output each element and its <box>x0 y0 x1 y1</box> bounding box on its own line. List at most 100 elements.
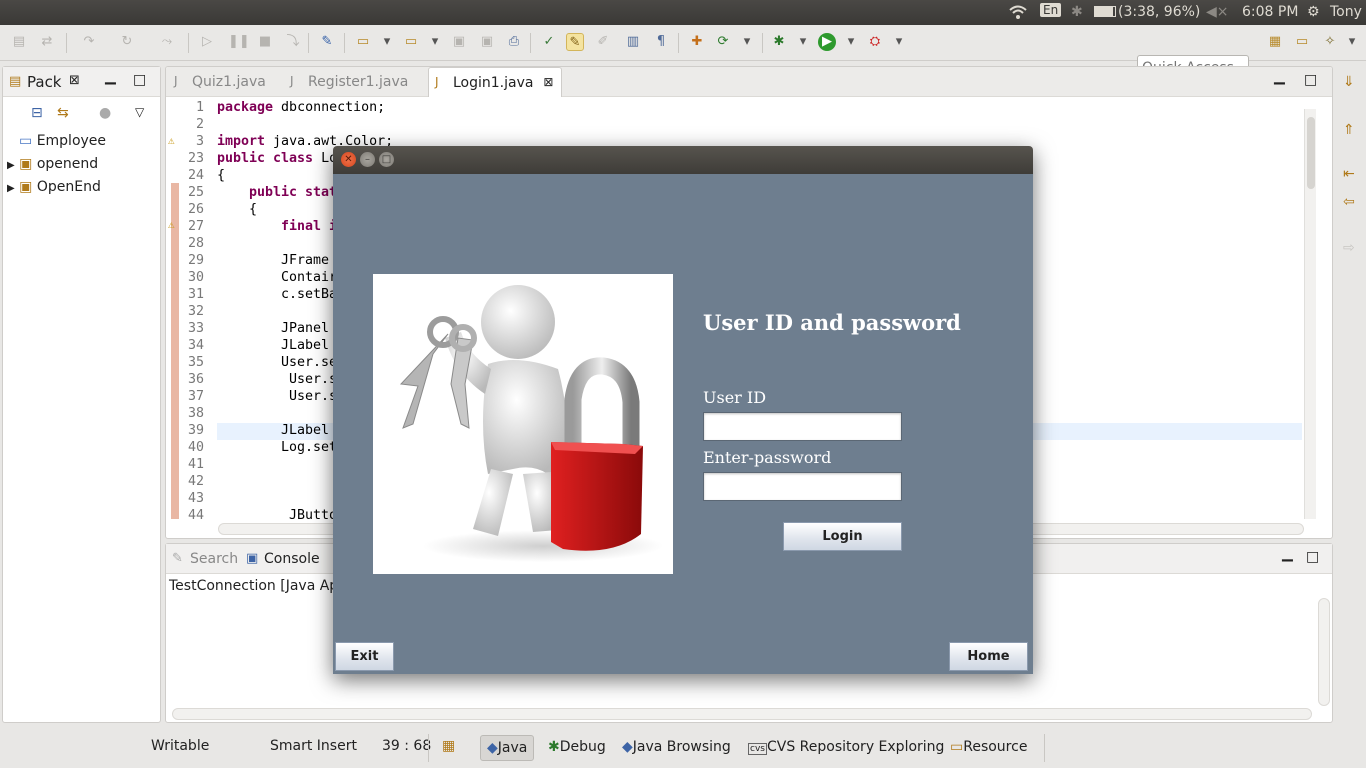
maximize-window-icon[interactable]: □ <box>379 152 394 167</box>
minimize-window-icon[interactable]: – <box>360 152 375 167</box>
step-into-icon[interactable]: ⤵ <box>284 33 302 51</box>
close-icon[interactable]: ⊠ <box>543 75 553 89</box>
collapse-all-icon[interactable]: ⊟ <box>31 105 43 121</box>
code-line[interactable]: JLabel <box>217 423 329 438</box>
bluetooth-icon[interactable]: ✱ <box>1071 4 1083 20</box>
tab-login1[interactable]: J Login1.java ⊠ <box>428 67 563 97</box>
code-line[interactable]: User.s <box>217 372 337 387</box>
maximize-icon[interactable]: □ <box>1306 549 1319 565</box>
external-tools-icon[interactable]: ⛭ <box>866 33 884 51</box>
home-button[interactable]: Home <box>949 642 1028 671</box>
tab-console[interactable]: Console <box>264 551 320 567</box>
view-menu-icon[interactable]: ▽ <box>135 105 144 119</box>
dropdown-arrow-icon[interactable]: ▾ <box>794 33 812 51</box>
print-icon[interactable]: ⎙ <box>505 33 523 51</box>
warning-icon[interactable]: ⚠ <box>168 218 175 231</box>
expand-arrow-icon[interactable]: ▶ <box>7 183 15 194</box>
warning-icon[interactable]: ⚠ <box>168 134 175 147</box>
volume-muted-icon[interactable]: ◀× <box>1206 4 1229 20</box>
save-icon[interactable]: ▣ <box>450 33 468 51</box>
perspective-cvs[interactable]: cvs CVS Repository Exploring <box>742 735 950 761</box>
block-selection-icon[interactable]: ✐ <box>594 33 612 51</box>
dropdown-arrow-icon[interactable]: ▾ <box>378 33 396 51</box>
back-icon[interactable]: ⇦ <box>1343 194 1355 210</box>
code-line[interactable]: User.se <box>217 355 337 370</box>
perspective-java[interactable]: ◆Java <box>480 735 535 761</box>
code-line[interactable]: package dbconnection; <box>217 100 385 115</box>
battery-indicator[interactable]: (3:38, 96%) <box>1094 4 1200 20</box>
refactor-icon[interactable]: ⇄ <box>38 33 56 51</box>
code-line[interactable]: final i <box>217 219 337 234</box>
dropdown-arrow-icon[interactable]: ▾ <box>842 33 860 51</box>
perspective-debug[interactable]: ✱Debug <box>542 735 612 761</box>
tree-item-openend-2[interactable]: ▶ ▣ OpenEnd <box>7 179 101 195</box>
suspend-icon[interactable]: ❚❚ <box>228 33 250 51</box>
login-button[interactable]: Login <box>783 522 902 551</box>
minimize-icon[interactable]: ▁ <box>105 69 116 85</box>
terminate-icon[interactable]: ■ <box>256 33 274 51</box>
pin-icon[interactable]: ✎ <box>318 33 336 51</box>
link-editor-icon[interactable]: ⇆ <box>57 105 69 121</box>
maximize-icon[interactable]: □ <box>1304 72 1317 88</box>
clock[interactable]: 6:08 PM <box>1242 4 1298 20</box>
save-all-icon[interactable]: ▣ <box>478 33 496 51</box>
user-id-input[interactable] <box>703 412 902 441</box>
bug-icon[interactable]: ✱ <box>770 33 788 51</box>
wand-icon[interactable]: ✧ <box>1321 33 1339 51</box>
forward-icon[interactable]: ⇨ <box>1343 240 1355 256</box>
code-line[interactable]: JFrame <box>217 253 329 268</box>
console-horizontal-scrollbar[interactable] <box>172 708 1312 720</box>
code-line[interactable]: User.s <box>217 389 337 404</box>
debug-config-icon[interactable]: ✓ <box>540 33 558 51</box>
outline-icon[interactable]: ⇓ <box>1343 74 1355 90</box>
tab-quiz1[interactable]: J Quiz1.java <box>168 67 276 97</box>
open-perspective-icon[interactable]: ▦ <box>442 738 455 754</box>
exit-button[interactable]: Exit <box>335 642 394 671</box>
dropdown-arrow-icon[interactable]: ▾ <box>426 33 444 51</box>
password-input[interactable] <box>703 472 902 501</box>
tab-register1[interactable]: J Register1.java <box>284 67 418 97</box>
minimize-icon[interactable]: ▁ <box>1282 546 1293 562</box>
wifi-icon[interactable] <box>1008 4 1028 24</box>
perspective-resource[interactable]: ▭Resource <box>944 735 1033 761</box>
code-line[interactable]: JPanel <box>217 321 329 336</box>
code-line[interactable]: Log.set <box>217 440 337 455</box>
new-icon[interactable]: ▤ <box>10 33 28 51</box>
dropdown-arrow-icon[interactable]: ▾ <box>738 33 756 51</box>
last-edit-icon[interactable]: ⇤ <box>1343 166 1355 182</box>
minimize-icon[interactable]: ▁ <box>1274 69 1285 85</box>
console-vertical-scrollbar[interactable] <box>1318 598 1330 706</box>
code-line[interactable]: public stat <box>217 185 337 200</box>
gear-icon[interactable]: ⚙ <box>1307 4 1320 20</box>
dropdown-arrow-icon[interactable]: ▾ <box>1343 33 1361 51</box>
code-line[interactable]: { <box>217 202 257 217</box>
filter-icon[interactable]: ● <box>99 105 111 121</box>
open-type-icon[interactable]: ▭ <box>402 33 420 51</box>
dropdown-arrow-icon[interactable]: ▾ <box>890 33 908 51</box>
scrollbar-thumb[interactable] <box>1307 117 1315 189</box>
maximize-icon[interactable]: □ <box>133 72 146 88</box>
tab-search[interactable]: Search <box>190 551 238 567</box>
code-line[interactable]: Contair <box>217 270 337 285</box>
open-perspective-icon[interactable]: ▦ <box>1266 33 1284 51</box>
tree-item-openend[interactable]: ▶ ▣ openend <box>7 156 98 172</box>
folder-icon[interactable]: ▭ <box>1293 33 1311 51</box>
keyboard-layout-indicator[interactable]: En <box>1040 3 1062 17</box>
refresh-icon[interactable]: ⟳ <box>714 33 732 51</box>
code-line[interactable]: { <box>217 168 225 183</box>
close-window-icon[interactable]: ✕ <box>341 152 356 167</box>
mark-occurrences-icon[interactable]: ✎ <box>566 33 584 51</box>
code-line[interactable]: public class Lo <box>217 151 337 166</box>
window-titlebar[interactable]: ✕ – □ <box>333 146 1033 174</box>
package-icon[interactable]: ✚ <box>688 33 706 51</box>
resume-icon[interactable]: ▷ <box>198 33 216 51</box>
skip-icon[interactable]: ↷ <box>80 33 98 51</box>
perspective-java-browsing[interactable]: ◆Java Browsing <box>616 735 737 761</box>
new-folder-icon[interactable]: ▭ <box>354 33 372 51</box>
package-explorer-title[interactable]: Pack <box>27 73 62 91</box>
user-name[interactable]: Tony <box>1330 4 1362 20</box>
tree-item-employee[interactable]: ▭ Employee <box>19 133 106 149</box>
paragraph-icon[interactable]: ¶ <box>652 33 670 51</box>
close-icon[interactable]: ⊠ <box>69 73 80 88</box>
next-annotation-icon[interactable]: ⇑ <box>1343 122 1355 138</box>
